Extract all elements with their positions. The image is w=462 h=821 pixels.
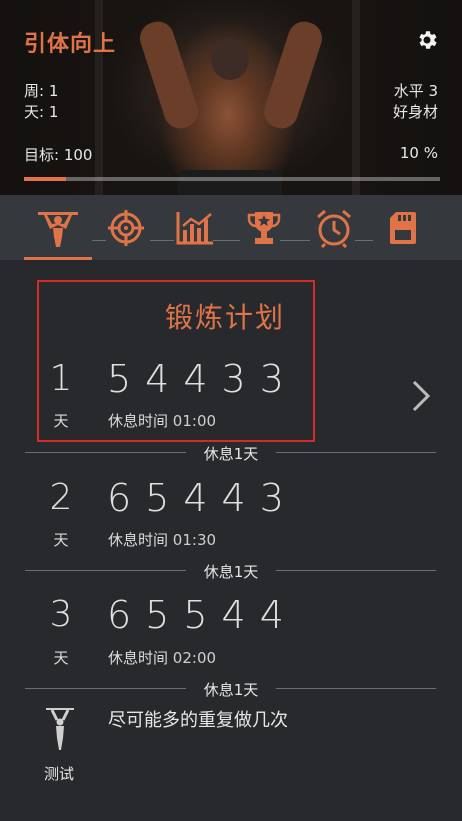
rep-sets: 65443 [107,476,298,520]
progress-percent: 10 % [399,144,438,162]
gear-icon[interactable] [415,28,439,52]
rest-day-label: 休息1天 [186,679,276,700]
tab-achievements[interactable] [232,203,296,253]
tab-workout[interactable] [26,203,90,253]
alarm-clock-icon [317,209,351,248]
rest-label: 休息时间 [108,649,169,667]
rest-info: 休息时间 02:00 [108,647,216,668]
day-label: 天: 1 [24,103,59,121]
rest-time: 01:30 [172,531,217,549]
plan-title: 锻炼计划 [165,301,286,334]
progress-bar-fill [24,177,66,181]
chart-icon [176,212,213,245]
chevron-right-icon[interactable] [410,378,432,414]
week-label: 周: 1 [24,82,59,100]
rest-info: 休息时间 01:00 [108,410,216,431]
rest-day-label: 休息1天 [186,443,276,464]
tab-backup[interactable] [371,203,435,253]
test-label: 测试 [44,765,75,783]
tab-goal[interactable] [94,203,158,253]
rest-label: 休息时间 [108,531,169,549]
rep-sets: 65544 [107,593,298,637]
target-icon [108,210,144,246]
day-unit: 天 [53,649,69,667]
trophy-icon [247,212,281,244]
tab-bar [0,195,462,260]
tab-statistics[interactable] [163,203,227,253]
tab-reminder[interactable] [302,203,366,253]
rest-label: 休息时间 [108,412,169,430]
day-number: 1 [49,358,73,399]
sd-card-icon [390,212,416,244]
day-number: 2 [49,477,73,518]
rest-day-label: 休息1天 [186,561,276,582]
rep-sets: 54433 [107,357,298,401]
pullup-icon [38,212,78,247]
progress-bar [24,177,440,181]
active-tab-indicator [24,257,92,260]
day-number: 3 [49,594,73,635]
day-unit: 天 [53,531,69,549]
rank-label: 好身材 [392,103,438,121]
app-title: 引体向上 [24,32,117,57]
rest-time: 02:00 [172,649,217,667]
test-description: 尽可能多的重复做几次 [108,710,288,731]
level-label: 水平 3 [393,82,438,100]
pullup-figure-icon [46,708,74,750]
rest-info: 休息时间 01:30 [108,529,216,550]
goal-label: 目标: 100 [24,146,93,164]
rest-time: 01:00 [172,412,217,430]
day-unit: 天 [53,412,69,430]
